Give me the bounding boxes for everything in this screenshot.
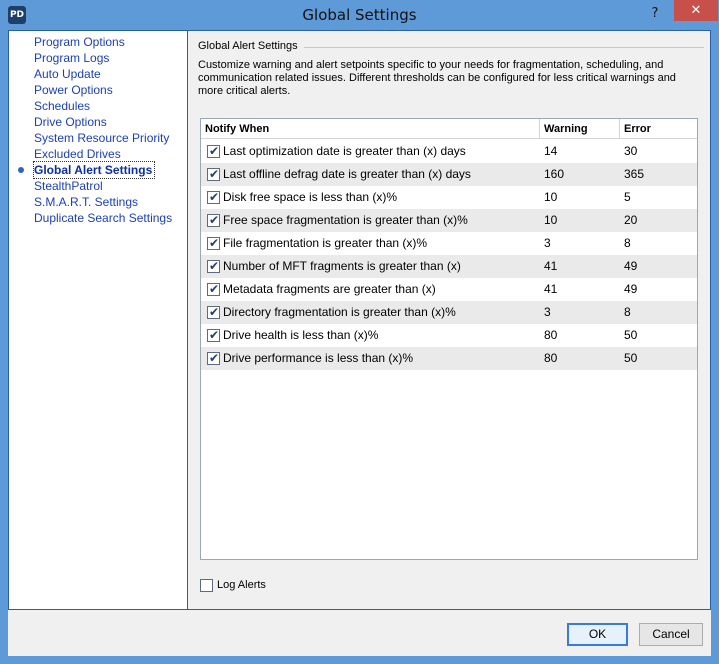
row-label: Metadata fragments are greater than (x) (223, 282, 436, 296)
warning-value[interactable]: 80 (544, 347, 557, 370)
warning-value[interactable]: 10 (544, 186, 557, 209)
window-title: Global Settings (302, 6, 417, 24)
table-row[interactable]: ✔ Metadata fragments are greater than (x… (201, 278, 697, 301)
warning-value[interactable]: 41 (544, 255, 557, 278)
row-label: Last optimization date is greater than (… (223, 144, 466, 158)
row-checkbox[interactable]: ✔ (207, 259, 220, 273)
error-value[interactable]: 30 (624, 140, 637, 163)
dialog-footer: OK Cancel (8, 610, 711, 656)
row-checkbox[interactable]: ✔ (207, 282, 220, 296)
column-header-error[interactable]: Error (620, 119, 697, 139)
checkmark-icon: ✔ (209, 190, 220, 204)
sidebar-item-drive-options[interactable]: Drive Options (34, 114, 107, 130)
checkmark-icon: ✔ (209, 236, 220, 250)
table-row[interactable]: ✔ Last offline defrag date is greater th… (201, 163, 697, 186)
error-value[interactable]: 50 (624, 347, 637, 370)
grid-header: Notify When Warning Error (201, 119, 697, 139)
close-button[interactable]: ✕ (674, 0, 718, 21)
warning-value[interactable]: 80 (544, 324, 557, 347)
error-value[interactable]: 8 (624, 301, 631, 324)
error-value[interactable]: 49 (624, 255, 637, 278)
row-label: Last offline defrag date is greater than… (223, 167, 471, 181)
log-alerts-checkbox[interactable] (200, 579, 213, 592)
settings-window: PD Global Settings ? ✕ Program Options P… (0, 0, 719, 664)
selected-bullet-icon (18, 167, 24, 173)
sidebar-item-duplicate-search-settings[interactable]: Duplicate Search Settings (34, 210, 172, 226)
checkmark-icon: ✔ (209, 144, 220, 158)
row-checkbox[interactable]: ✔ (207, 236, 220, 250)
row-checkbox[interactable]: ✔ (207, 305, 220, 319)
checkmark-icon: ✔ (209, 305, 220, 319)
row-label: Drive performance is less than (x)% (223, 351, 414, 365)
settings-main-panel: Global Alert Settings Customize warning … (188, 30, 711, 610)
table-row[interactable]: ✔ Directory fragmentation is greater tha… (201, 301, 697, 324)
row-label: Free space fragmentation is greater than… (223, 213, 468, 227)
sidebar-item-power-options[interactable]: Power Options (34, 82, 113, 98)
table-row[interactable]: ✔ Free space fragmentation is greater th… (201, 209, 697, 232)
warning-value[interactable]: 3 (544, 301, 551, 324)
sidebar-item-global-alert-settings[interactable]: Global Alert Settings (32, 161, 156, 179)
checkmark-icon: ✔ (209, 282, 220, 296)
log-alerts-label[interactable]: Log Alerts (217, 578, 266, 592)
row-label: Drive health is less than (x)% (223, 328, 379, 342)
row-checkbox[interactable]: ✔ (207, 328, 220, 342)
row-label: Number of MFT fragments is greater than … (223, 259, 461, 273)
settings-nav-sidebar: Program Options Program Logs Auto Update… (8, 30, 188, 610)
sidebar-item-auto-update[interactable]: Auto Update (34, 66, 101, 82)
table-row[interactable]: ✔ Number of MFT fragments is greater tha… (201, 255, 697, 278)
sidebar-item-program-logs[interactable]: Program Logs (34, 50, 109, 66)
column-header-warning[interactable]: Warning (540, 119, 620, 139)
checkmark-icon: ✔ (209, 351, 220, 365)
table-row[interactable]: ✔ Drive performance is less than (x)% 80… (201, 347, 697, 370)
warning-value[interactable]: 160 (544, 163, 564, 186)
sidebar-item-program-options[interactable]: Program Options (34, 34, 125, 50)
table-row[interactable]: ✔ Drive health is less than (x)% 80 50 (201, 324, 697, 347)
warning-value[interactable]: 3 (544, 232, 551, 255)
row-checkbox[interactable]: ✔ (207, 144, 220, 158)
warning-value[interactable]: 41 (544, 278, 557, 301)
cancel-button[interactable]: Cancel (639, 623, 703, 646)
checkmark-icon: ✔ (209, 328, 220, 342)
sidebar-item-system-resource-priority[interactable]: System Resource Priority (34, 130, 169, 146)
error-value[interactable]: 8 (624, 232, 631, 255)
row-checkbox[interactable]: ✔ (207, 213, 220, 227)
sidebar-item-schedules[interactable]: Schedules (34, 98, 90, 114)
column-header-notify-when[interactable]: Notify When (201, 119, 540, 139)
sidebar-item-excluded-drives[interactable]: Excluded Drives (34, 146, 121, 162)
row-checkbox[interactable]: ✔ (207, 190, 220, 204)
warning-value[interactable]: 10 (544, 209, 557, 232)
ok-button[interactable]: OK (567, 623, 628, 646)
checkmark-icon: ✔ (209, 167, 220, 181)
sidebar-item-smart-settings[interactable]: S.M.A.R.T. Settings (34, 194, 138, 210)
error-value[interactable]: 50 (624, 324, 637, 347)
table-row[interactable]: ✔ Disk free space is less than (x)% 10 5 (201, 186, 697, 209)
alert-thresholds-grid[interactable]: Notify When Warning Error ✔ Last optimiz… (200, 118, 698, 560)
row-label: Disk free space is less than (x)% (223, 190, 398, 204)
error-value[interactable]: 20 (624, 209, 637, 232)
table-row[interactable]: ✔ Last optimization date is greater than… (201, 140, 697, 163)
help-button[interactable]: ? (645, 4, 665, 24)
row-checkbox[interactable]: ✔ (207, 167, 220, 181)
row-checkbox[interactable]: ✔ (207, 351, 220, 365)
warning-value[interactable]: 14 (544, 140, 557, 163)
error-value[interactable]: 49 (624, 278, 637, 301)
row-label: Directory fragmentation is greater than … (223, 305, 456, 319)
error-value[interactable]: 365 (624, 163, 644, 186)
error-value[interactable]: 5 (624, 186, 631, 209)
checkmark-icon: ✔ (209, 259, 220, 273)
dialog-client-area: Program Options Program Logs Auto Update… (8, 30, 711, 656)
section-divider (304, 47, 704, 48)
table-row[interactable]: ✔ File fragmentation is greater than (x)… (201, 232, 697, 255)
section-title: Global Alert Settings (198, 40, 304, 52)
checkmark-icon: ✔ (209, 213, 220, 227)
title-bar[interactable]: PD Global Settings ? ✕ (0, 0, 719, 30)
section-description: Customize warning and alert setpoints sp… (198, 59, 676, 97)
sidebar-item-stealthpatrol[interactable]: StealthPatrol (34, 178, 103, 194)
row-label: File fragmentation is greater than (x)% (223, 236, 428, 250)
